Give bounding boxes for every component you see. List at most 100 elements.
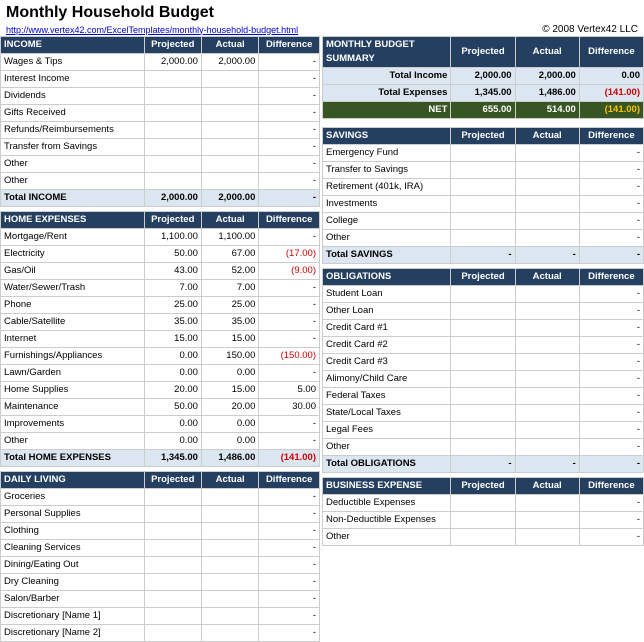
- daily-living-table: DAILY LIVING Projected Actual Difference…: [0, 471, 320, 642]
- table-row: Cable/Satellite 35.00 35.00 -: [1, 314, 320, 331]
- home-expenses-table: HOME EXPENSES Projected Actual Differenc…: [0, 211, 320, 467]
- left-column: INCOME Projected Actual Difference Wages…: [0, 36, 320, 642]
- savings-total-projected: -: [451, 247, 515, 264]
- summary-table: MONTHLY BUDGET SUMMARY Projected Actual …: [322, 36, 644, 119]
- savings-header-row: SAVINGS Projected Actual Difference: [323, 128, 644, 145]
- obligations-table: OBLIGATIONS Projected Actual Difference …: [322, 268, 644, 473]
- table-row: Discretionary [Name 2] -: [1, 625, 320, 642]
- business-col-difference: Difference: [579, 478, 643, 495]
- summary-income-row: Total Income 2,000.00 2,000.00 0.00: [323, 68, 644, 85]
- savings-section-title: SAVINGS: [323, 128, 451, 145]
- table-row: Retirement (401k, IRA) -: [323, 179, 644, 196]
- obligations-header-row: OBLIGATIONS Projected Actual Difference: [323, 269, 644, 286]
- summary-header-row: MONTHLY BUDGET SUMMARY Projected Actual …: [323, 37, 644, 68]
- table-row: Transfer from Savings -: [1, 139, 320, 156]
- summary-title: MONTHLY BUDGET SUMMARY: [323, 37, 451, 68]
- table-row: Other -: [323, 529, 644, 546]
- savings-col-actual: Actual: [515, 128, 579, 145]
- income-header-row: INCOME Projected Actual Difference: [1, 37, 320, 54]
- table-row: College -: [323, 213, 644, 230]
- table-row: Clothing -: [1, 523, 320, 540]
- daily-section-title: DAILY LIVING: [1, 472, 145, 489]
- subtitle-row: http://www.vertex42.com/ExcelTemplates/m…: [0, 24, 644, 36]
- business-col-actual: Actual: [515, 478, 579, 495]
- obligations-col-difference: Difference: [579, 269, 643, 286]
- title-row: Monthly Household Budget: [0, 0, 644, 24]
- income-total-projected: 2,000.00: [144, 190, 201, 207]
- website-link[interactable]: http://www.vertex42.com/ExcelTemplates/m…: [6, 25, 298, 35]
- table-row: Transfer to Savings -: [323, 162, 644, 179]
- home-col-difference: Difference: [259, 212, 320, 229]
- table-row: Credit Card #2 -: [323, 337, 644, 354]
- summary-col-projected: Projected: [451, 37, 515, 68]
- income-col-difference: Difference: [259, 37, 320, 54]
- obligations-total-row: Total OBLIGATIONS - - -: [323, 456, 644, 473]
- table-row: State/Local Taxes -: [323, 405, 644, 422]
- table-row: Alimony/Child Care -: [323, 371, 644, 388]
- table-row: Dry Cleaning -: [1, 574, 320, 591]
- obligations-total-label: Total OBLIGATIONS: [323, 456, 451, 473]
- home-header-row: HOME EXPENSES Projected Actual Differenc…: [1, 212, 320, 229]
- income-col-projected: Projected: [144, 37, 201, 54]
- table-row: Furnishings/Appliances 0.00 150.00 (150.…: [1, 348, 320, 365]
- table-row: Dining/Eating Out -: [1, 557, 320, 574]
- summary-expenses-row: Total Expenses 1,345.00 1,486.00 (141.00…: [323, 85, 644, 102]
- page-title: Monthly Household Budget: [6, 4, 638, 22]
- table-row: Deductible Expenses -: [323, 495, 644, 512]
- savings-total-actual: -: [515, 247, 579, 264]
- business-section-title: BUSINESS EXPENSE: [323, 478, 451, 495]
- obligations-total-projected: -: [451, 456, 515, 473]
- daily-col-actual: Actual: [201, 472, 258, 489]
- obligations-col-projected: Projected: [451, 269, 515, 286]
- table-row: Emergency Fund -: [323, 145, 644, 162]
- table-row: Wages & Tips 2,000.00 2,000.00 -: [1, 54, 320, 71]
- table-row: Student Loan -: [323, 286, 644, 303]
- home-col-projected: Projected: [144, 212, 201, 229]
- table-row: Home Supplies 20.00 15.00 5.00: [1, 382, 320, 399]
- table-row: Discretionary [Name 1] -: [1, 608, 320, 625]
- table-row: Mortgage/Rent 1,100.00 1,100.00 -: [1, 229, 320, 246]
- home-total-label: Total HOME EXPENSES: [1, 450, 145, 467]
- right-column: MONTHLY BUDGET SUMMARY Projected Actual …: [320, 36, 644, 642]
- table-row: Other -: [323, 230, 644, 247]
- home-section-title: HOME EXPENSES: [1, 212, 145, 229]
- daily-col-difference: Difference: [259, 472, 320, 489]
- table-row: Federal Taxes -: [323, 388, 644, 405]
- main-layout: INCOME Projected Actual Difference Wages…: [0, 36, 644, 642]
- savings-col-projected: Projected: [451, 128, 515, 145]
- table-row: Phone 25.00 25.00 -: [1, 297, 320, 314]
- table-row: Dividends -: [1, 88, 320, 105]
- table-row: Other -: [1, 173, 320, 190]
- income-total-row: Total INCOME 2,000.00 2,000.00 -: [1, 190, 320, 207]
- table-row: Electricity 50.00 67.00 (17.00): [1, 246, 320, 263]
- income-total-label: Total INCOME: [1, 190, 145, 207]
- savings-total-difference: -: [579, 247, 643, 264]
- business-expense-table: BUSINESS EXPENSE Projected Actual Differ…: [322, 477, 644, 546]
- table-row: Salon/Barber -: [1, 591, 320, 608]
- table-row: Water/Sewer/Trash 7.00 7.00 -: [1, 280, 320, 297]
- daily-col-projected: Projected: [144, 472, 201, 489]
- summary-col-actual: Actual: [515, 37, 579, 68]
- copyright: © 2008 Vertex42 LLC: [542, 24, 638, 35]
- table-row: Groceries -: [1, 489, 320, 506]
- home-total-projected: 1,345.00: [144, 450, 201, 467]
- table-row: Other -: [1, 156, 320, 173]
- home-total-actual: 1,486.00: [201, 450, 258, 467]
- spreadsheet: Monthly Household Budget http://www.vert…: [0, 0, 644, 642]
- business-header-row: BUSINESS EXPENSE Projected Actual Differ…: [323, 478, 644, 495]
- table-row: Investments -: [323, 196, 644, 213]
- daily-header-row: DAILY LIVING Projected Actual Difference: [1, 472, 320, 489]
- table-row: Other -: [323, 439, 644, 456]
- home-total-row: Total HOME EXPENSES 1,345.00 1,486.00 (1…: [1, 450, 320, 467]
- obligations-total-difference: -: [579, 456, 643, 473]
- home-col-actual: Actual: [201, 212, 258, 229]
- table-row: Lawn/Garden 0.00 0.00 -: [1, 365, 320, 382]
- table-row: Non-Deductible Expenses -: [323, 512, 644, 529]
- savings-total-row: Total SAVINGS - - -: [323, 247, 644, 264]
- obligations-col-actual: Actual: [515, 269, 579, 286]
- table-row: Credit Card #3 -: [323, 354, 644, 371]
- table-row: Refunds/Reimbursements -: [1, 122, 320, 139]
- savings-col-difference: Difference: [579, 128, 643, 145]
- income-total-actual: 2,000.00: [201, 190, 258, 207]
- obligations-total-actual: -: [515, 456, 579, 473]
